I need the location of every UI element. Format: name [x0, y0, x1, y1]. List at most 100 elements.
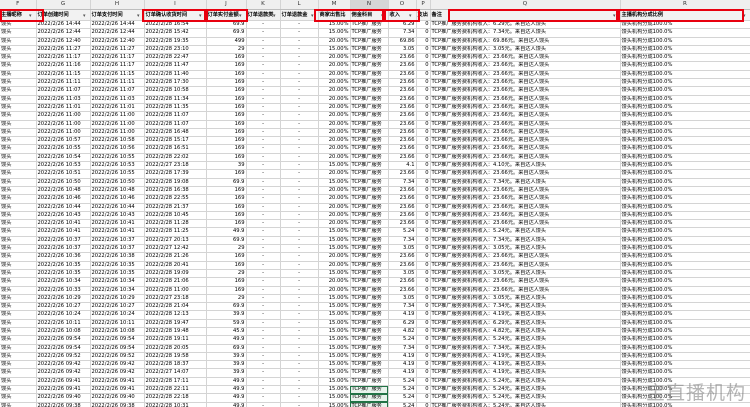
- table-cell[interactable]: -: [280, 277, 319, 287]
- table-cell[interactable]: 39.9: [206, 352, 247, 362]
- table-cell[interactable]: 2022/2/28 22:18: [144, 393, 207, 403]
- table-cell[interactable]: 20.00%: [318, 169, 351, 179]
- table-cell[interactable]: -: [280, 86, 319, 96]
- table-cell[interactable]: 馒头机构分成100.0%: [620, 111, 750, 121]
- table-cell[interactable]: TCP推广服务费机构收入：5.24元。来自达人馒头: [430, 393, 621, 403]
- table-cell[interactable]: 馒头机构分成100.0%: [620, 294, 750, 304]
- table-cell[interactable]: 2022/2/26 10:56: [90, 144, 145, 154]
- table-cell[interactable]: 23.66: [388, 144, 417, 154]
- table-cell[interactable]: TCP推广服务: [350, 95, 389, 104]
- table-cell[interactable]: 馒头机构分成100.0%: [620, 61, 750, 71]
- table-cell[interactable]: 2022/2/26 12:44: [36, 28, 91, 38]
- table-cell[interactable]: 2022/2/28 20:41: [144, 261, 207, 270]
- table-cell[interactable]: 2022/2/26 12:44: [90, 28, 145, 38]
- table-cell[interactable]: -: [246, 269, 281, 279]
- table-cell[interactable]: 0: [416, 186, 431, 196]
- table-cell[interactable]: 23.66: [388, 219, 417, 229]
- table-cell[interactable]: -: [280, 53, 319, 63]
- table-cell[interactable]: -: [280, 169, 319, 179]
- table-cell[interactable]: -: [280, 219, 319, 229]
- table-cell[interactable]: -: [280, 136, 319, 146]
- table-cell[interactable]: TCP推广服务: [350, 120, 389, 129]
- table-cell[interactable]: TCP推广服务: [350, 153, 389, 163]
- table-cell[interactable]: 馒头: [0, 128, 37, 138]
- table-cell[interactable]: 馒头: [0, 269, 37, 279]
- table-cell[interactable]: 2022/2/26 09:52: [90, 352, 145, 362]
- table-cell[interactable]: 2022/2/26 10:08: [90, 327, 145, 337]
- table-cell[interactable]: -: [280, 385, 319, 395]
- table-cell[interactable]: 169: [206, 277, 247, 287]
- table-cell[interactable]: 2022/2/26 11:03: [90, 95, 145, 104]
- table-cell[interactable]: 2022/2/28 16:48: [144, 128, 207, 138]
- table-cell[interactable]: 169: [206, 252, 247, 262]
- table-cell[interactable]: 2022/2/28 11:35: [144, 103, 207, 113]
- table-cell[interactable]: -: [246, 70, 281, 80]
- table-cell[interactable]: 馒头机构分成100.0%: [620, 20, 750, 30]
- table-cell[interactable]: 馒头机构分成100.0%: [620, 161, 750, 171]
- table-cell[interactable]: 169: [206, 186, 247, 196]
- table-cell[interactable]: 23.66: [388, 252, 417, 262]
- table-cell[interactable]: -: [246, 244, 281, 254]
- table-cell[interactable]: 馒头: [0, 37, 37, 46]
- table-cell[interactable]: 15.00%: [318, 335, 351, 345]
- table-cell[interactable]: TCP推广服务费机构收入：23.66元。来自达人馒头: [430, 78, 621, 88]
- table-cell[interactable]: 2022/2/26 10:35: [90, 261, 145, 270]
- table-cell[interactable]: 馒头: [0, 169, 37, 179]
- table-cell[interactable]: 馒头: [0, 144, 37, 154]
- table-cell[interactable]: 馒头机构分成100.0%: [620, 360, 750, 370]
- table-cell[interactable]: 20.00%: [318, 111, 351, 121]
- table-cell[interactable]: TCP推广服务: [350, 28, 389, 38]
- table-cell[interactable]: -: [280, 310, 319, 320]
- table-cell[interactable]: 0: [416, 344, 431, 353]
- table-cell[interactable]: TCP推广服务: [350, 70, 389, 80]
- table-cell[interactable]: 20.00%: [318, 120, 351, 129]
- table-cell[interactable]: 0: [416, 61, 431, 71]
- table-cell[interactable]: TCP推广服务费机构收入：4.82元。来自达人馒头: [430, 327, 621, 337]
- table-cell[interactable]: 20.00%: [318, 95, 351, 104]
- table-cell[interactable]: 15.00%: [318, 368, 351, 378]
- table-cell[interactable]: TCP推广服务费机构收入：4.19元。来自达人馒头: [430, 310, 621, 320]
- table-cell[interactable]: 23.66: [388, 194, 417, 204]
- table-cell[interactable]: TCP推广服务: [350, 178, 389, 187]
- table-cell[interactable]: -: [246, 277, 281, 287]
- table-cell[interactable]: 0: [416, 393, 431, 403]
- table-cell[interactable]: 2022/2/26 11:17: [90, 61, 145, 71]
- table-cell[interactable]: 2022/2/26 10:44: [90, 203, 145, 212]
- table-cell[interactable]: -: [246, 194, 281, 204]
- table-cell[interactable]: TCP推广服务费机构收入：23.66元。来自达人馒头: [430, 153, 621, 163]
- table-cell[interactable]: 2022/2/28 23:10: [144, 45, 207, 55]
- table-cell[interactable]: TCP推广服务费机构收入：23.66元。来自达人馒头: [430, 103, 621, 113]
- table-cell[interactable]: 7.34: [388, 344, 417, 353]
- table-cell[interactable]: -: [280, 111, 319, 121]
- table-cell[interactable]: 2022/2/26 12:40: [36, 37, 91, 46]
- table-cell[interactable]: 20.00%: [318, 194, 351, 204]
- table-cell[interactable]: 2022/2/28 11:40: [144, 70, 207, 80]
- table-cell[interactable]: 169: [206, 211, 247, 221]
- table-cell[interactable]: 馒头机构分成100.0%: [620, 319, 750, 329]
- filter-dropdown-icon[interactable]: ▾: [137, 11, 140, 20]
- table-cell[interactable]: 2022/2/26 10:35: [36, 269, 91, 279]
- table-cell[interactable]: -: [280, 78, 319, 88]
- table-cell[interactable]: -: [246, 178, 281, 187]
- table-cell[interactable]: 169: [206, 144, 247, 154]
- table-cell[interactable]: 20.00%: [318, 53, 351, 63]
- table-cell[interactable]: 2022/2/28 19:48: [144, 327, 207, 337]
- table-cell[interactable]: 15.00%: [318, 178, 351, 187]
- table-cell[interactable]: 0: [416, 385, 431, 395]
- table-cell[interactable]: 馒头: [0, 178, 37, 187]
- table-cell[interactable]: 20.00%: [318, 261, 351, 270]
- table-cell[interactable]: 169: [206, 78, 247, 88]
- header-cell[interactable]: 订单退款金 ▾: [280, 9, 319, 21]
- table-cell[interactable]: 2022/2/26 14:44: [90, 20, 145, 30]
- table-cell[interactable]: 23.66: [388, 86, 417, 96]
- table-cell[interactable]: -: [280, 261, 319, 270]
- table-cell[interactable]: 0: [416, 319, 431, 329]
- table-cell[interactable]: 2022/2/26 10:41: [36, 219, 91, 229]
- table-cell[interactable]: 49.9: [206, 393, 247, 403]
- table-cell[interactable]: TCP推广服务: [350, 244, 389, 254]
- table-cell[interactable]: 2022/2/26 10:11: [90, 319, 145, 329]
- header-cell[interactable]: 主播机构分成比例 ▾: [620, 9, 750, 21]
- table-cell[interactable]: 馒头: [0, 103, 37, 113]
- table-cell[interactable]: 20.00%: [318, 103, 351, 113]
- table-cell[interactable]: TCP推广服务费机构收入：23.66元。来自达人馒头: [430, 61, 621, 71]
